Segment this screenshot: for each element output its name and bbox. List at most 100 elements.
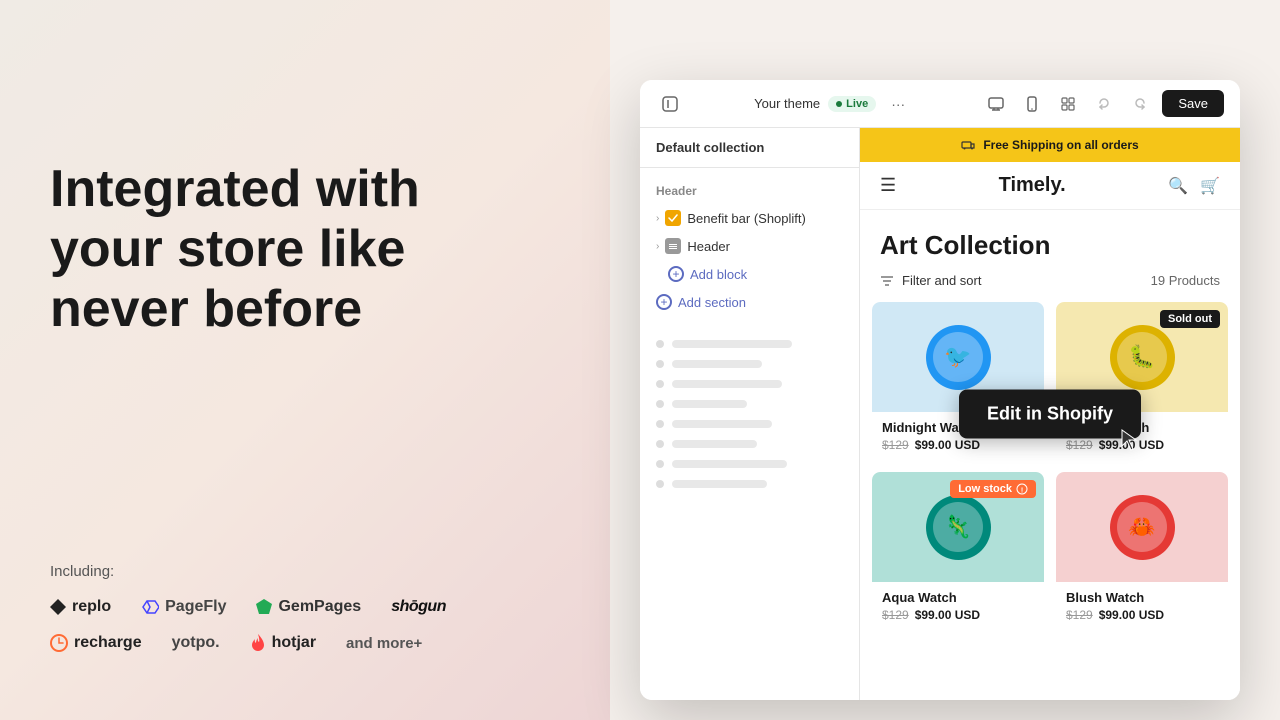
header-item-icon [665,238,681,254]
skeleton-row-3 [640,374,859,394]
watch-face-blush: 🦀 [1117,502,1167,552]
logos-label: Including: [50,563,560,580]
undo-button[interactable] [1090,90,1118,118]
hero-title: Integrated with your store like never be… [50,160,560,339]
sidebar-header-group: Header › Benefit bar (Shoplift) › [640,168,859,326]
logos-row-2: recharge yotpo. hotjar and more+ [50,634,560,652]
hotjar-icon [250,634,266,652]
skeleton-row-1 [640,334,859,354]
product-price-midnight: $129 $99.00 USD [882,438,1034,452]
pagefly-icon [141,599,159,615]
logo-shogun: shōgun [391,598,446,616]
collection-title: Art Collection [860,210,1240,273]
add-section-link[interactable]: + Add section [640,288,859,316]
logos-row-1: replo PageFly GemPages shōgun [50,598,560,616]
search-icon: 🔍 [1168,176,1188,196]
watch-aqua: 🦎 [926,495,991,560]
sidebar-collection-title: Default collection [640,128,859,168]
logo-andmore: and more+ [346,635,422,652]
save-button[interactable]: Save [1162,90,1224,117]
editor-topbar: Your theme Live ··· [640,80,1240,128]
editor-title-area: Your theme Live ··· [754,90,912,118]
original-price-blush: $129 [1066,608,1093,622]
gempages-label: GemPages [278,598,361,616]
replo-label: replo [72,598,111,616]
skeleton-row-2 [640,354,859,374]
sidebar-item-benefit-bar[interactable]: › Benefit bar (Shoplift) [640,204,859,232]
skeleton-row-8 [640,474,859,494]
hamburger-icon: ☰ [880,175,896,196]
store-preview: Free Shipping on all orders ☰ Timely. 🔍 … [860,128,1240,700]
logo-replo: replo [50,598,111,616]
yotpo-label: yotpo. [172,634,220,652]
replo-icon [50,599,66,615]
watch-blush: 🦀 [1110,495,1175,560]
logo-recharge: recharge [50,634,142,652]
shogun-label: shōgun [391,598,446,616]
watch-amber: 🐛 [1110,325,1175,390]
product-card-blush: 🦀 Blush Watch $129 $99.00 USD [1056,472,1228,630]
editor-panel: Your theme Live ··· [640,80,1240,700]
sidebar-header-label: Header [640,178,859,204]
andmore-label: and more+ [346,635,422,652]
theme-name: Your theme [754,96,820,111]
chevron-icon: › [656,213,659,224]
header-item-label: Header [687,239,730,254]
edit-shopify-button[interactable]: Edit in Shopify [959,390,1141,439]
filter-left: Filter and sort [880,273,981,288]
logo-gempages: GemPages [256,598,361,616]
sold-out-badge: Sold out [1160,310,1220,328]
logos-section: Including: replo PageFly [50,563,560,670]
add-section-label: Add section [678,295,746,310]
product-info-blush: Blush Watch $129 $99.00 USD [1056,582,1228,630]
hero-area: Integrated with your store like never be… [50,60,560,339]
sale-price-blush: $99.00 USD [1099,608,1164,622]
product-price-amber: $129 $99.00 USD [1066,438,1218,452]
hotjar-label: hotjar [272,634,316,652]
product-card-aqua: 🦎 Low stock ! [872,472,1044,630]
add-section-icon: + [656,294,672,310]
skeleton-row-6 [640,434,859,454]
info-icon: ! [1016,483,1028,495]
live-dot [836,101,842,107]
low-stock-badge: Low stock ! [950,480,1036,498]
skeleton-row-4 [640,394,859,414]
product-name-blush: Blush Watch [1066,590,1218,605]
live-badge: Live [828,96,876,112]
editor-right-icons: Save [982,90,1224,118]
watch-face-midnight: 🐦 [933,332,983,382]
truck-icon [961,138,975,152]
cursor-indicator [1120,428,1140,448]
recharge-icon [50,634,68,652]
original-price-amber: $129 [1066,438,1093,452]
product-name-aqua: Aqua Watch [882,590,1034,605]
benefit-bar-icon [665,210,681,226]
pagefly-label: PageFly [165,598,226,616]
add-block-link[interactable]: + Add block [640,260,859,288]
original-price-aqua: $129 [882,608,909,622]
expand-button[interactable] [1054,90,1082,118]
left-section: Integrated with your store like never be… [0,0,610,720]
benefit-bar-label: Benefit bar (Shoplift) [687,211,806,226]
sale-price-midnight: $99.00 USD [915,438,980,452]
store-header: ☰ Timely. 🔍 🛒 [860,162,1240,210]
skeleton-row-7 [640,454,859,474]
logo-yotpo: yotpo. [172,634,220,652]
redo-button[interactable] [1126,90,1154,118]
more-options-button[interactable]: ··· [884,90,912,118]
editor-left-icons [656,90,684,118]
product-img-blush: 🦀 [1056,472,1228,582]
announcement-text: Free Shipping on all orders [983,138,1138,152]
logo-pagefly: PageFly [141,598,226,616]
editor-body: Default collection Header › Benefit bar … [640,128,1240,700]
product-price-aqua: $129 $99.00 USD [882,608,1034,622]
mobile-view-button[interactable] [1018,90,1046,118]
back-icon[interactable] [656,90,684,118]
editor-sidebar: Default collection Header › Benefit bar … [640,128,860,700]
product-img-aqua: 🦎 Low stock ! [872,472,1044,582]
cart-icon: 🛒 [1200,176,1220,196]
desktop-view-button[interactable] [982,90,1010,118]
store-header-icons: 🔍 🛒 [1168,176,1220,196]
sidebar-item-header[interactable]: › Header [640,232,859,260]
recharge-label: recharge [74,634,142,652]
